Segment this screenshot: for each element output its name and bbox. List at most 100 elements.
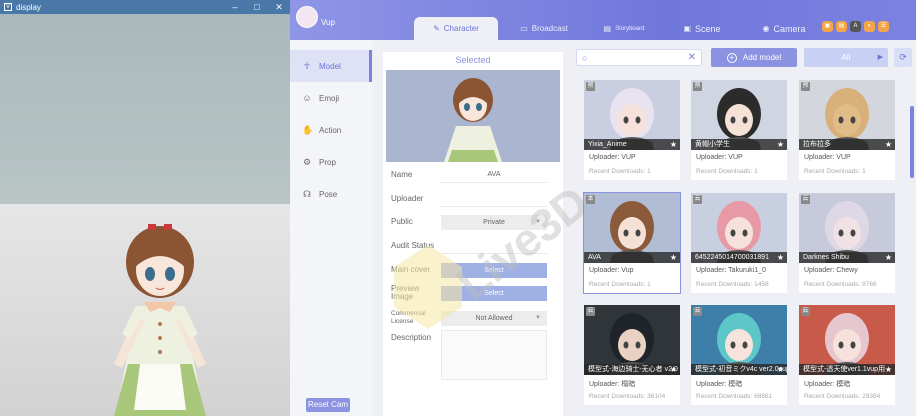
- model-card[interactable]: 云 6452245014700031891 ★ Uploader: Takuruki1…: [691, 193, 787, 293]
- commercial-license-select[interactable]: Not Allowed ▼: [441, 310, 547, 326]
- reset-cam-button[interactable]: Reset Cam: [306, 398, 350, 412]
- refresh-button[interactable]: ⟳: [894, 48, 912, 67]
- downloads-prefix: Recent Downloads:: [589, 168, 648, 175]
- favorite-star-icon[interactable]: ★: [670, 139, 677, 150]
- public-select[interactable]: Private ▼: [441, 214, 547, 230]
- tab-broadcast[interactable]: ▭ Broadcast: [508, 17, 580, 40]
- model-uploader: Uploader: 榻暗: [589, 379, 635, 389]
- source-badge: 预: [693, 82, 702, 91]
- model-card[interactable]: 云 Darknes Shibu ★ Uploader: Chewy Recent Dow…: [799, 193, 895, 293]
- model-thumbnail: 云模型式-海边骑士-无心者 v2.0 ★: [584, 305, 680, 375]
- favorite-star-icon[interactable]: ★: [885, 252, 892, 263]
- downloads-prefix: Recent Downloads:: [589, 281, 648, 288]
- model-thumbnail: 本 AVA ★: [584, 193, 680, 263]
- close-button[interactable]: ✕: [268, 2, 290, 13]
- model-card[interactable]: 云模型式-海边骑士-无心者 v2.0 ★ Uploader: 榻暗 Recent Do…: [584, 305, 680, 405]
- sidebar-item-emoji[interactable]: ☺ Emoji: [290, 82, 372, 114]
- emoji-icon: ☺: [302, 93, 312, 103]
- favorite-star-icon[interactable]: ★: [670, 252, 677, 263]
- pose-icon: ☊: [303, 188, 311, 199]
- source-badge: 云: [801, 195, 810, 204]
- tab-storyboard[interactable]: ▤ Storyboard: [592, 17, 656, 40]
- favorite-star-icon[interactable]: ★: [777, 139, 784, 150]
- favorite-star-icon[interactable]: ★: [777, 252, 784, 263]
- model-card[interactable]: 预拉布拉多 ★ Uploader: VUP Recent Downloads: 1: [799, 80, 895, 180]
- model-thumbnail: 云 Darknes Shibu ★: [799, 193, 895, 263]
- layout-icon[interactable]: ▤: [836, 21, 847, 32]
- tab-camera[interactable]: ◉ Camera: [758, 17, 810, 40]
- favorite-star-icon[interactable]: ★: [885, 139, 892, 150]
- camera-icon: ◉: [762, 24, 770, 33]
- gallery-scrollbar[interactable]: [910, 106, 914, 178]
- main-cover-select-button[interactable]: Select: [441, 262, 547, 278]
- model-name: 6452245014700031891: [691, 252, 787, 263]
- favorite-star-icon[interactable]: ★: [777, 364, 784, 375]
- user-avatar[interactable]: [296, 6, 318, 28]
- downloads-value: 1: [862, 168, 866, 175]
- add-model-button[interactable]: + Add model: [711, 48, 797, 67]
- model-card[interactable]: 预 Yixia_Anime ★ Uploader: VUP Recent Downloa…: [584, 80, 680, 180]
- uploader-prefix: Uploader:: [589, 154, 622, 161]
- model-gallery: ○ ✕ + Add model All ▶ ⟳ 预 Yixia_Anime ★ Upl…: [576, 44, 916, 416]
- uploader-prefix: Uploader:: [589, 267, 622, 274]
- filter-select[interactable]: All ▶: [804, 48, 888, 67]
- search-box[interactable]: ○ ✕: [576, 49, 702, 66]
- window-icon[interactable]: ▣: [822, 21, 833, 32]
- sidebar-item-action[interactable]: ✋ Action: [290, 114, 372, 146]
- model-card[interactable]: 预黄帽小学生 ★ Uploader: VUP Recent Downloads: 1: [691, 80, 787, 180]
- add-model-label: Add model: [742, 53, 782, 62]
- theme-icon[interactable]: ◐: [864, 21, 875, 32]
- sidebar-item-pose[interactable]: ☊ Pose: [290, 178, 372, 210]
- public-select-value: Private: [483, 218, 505, 226]
- preview-image-row: Preview Image Select: [383, 285, 563, 301]
- language-icon[interactable]: A: [850, 21, 861, 32]
- tab-storyboard-label: Storyboard: [615, 25, 645, 32]
- uploader-prefix: Uploader:: [696, 154, 729, 161]
- preview-image-select-button[interactable]: Select: [441, 285, 547, 301]
- uploader-prefix: Uploader:: [804, 381, 837, 388]
- downloads-value: 1: [647, 281, 651, 288]
- app-window: Vup ✎ Character ▭ Broadcast ▤ Storyboard…: [290, 0, 916, 416]
- tab-character[interactable]: ✎ Character: [414, 17, 498, 40]
- broadcast-icon: ▭: [520, 24, 528, 33]
- avatar-3d-figure[interactable]: [100, 214, 220, 416]
- downloads-value: 68861: [754, 393, 773, 400]
- selected-model-image: [444, 78, 502, 162]
- selected-title: Selected: [455, 55, 491, 65]
- audit-row: Audit Status: [383, 238, 563, 254]
- model-thumbnail: 云模型式-初音ミクv4c ver2.0vup用 ★: [691, 305, 787, 375]
- name-field[interactable]: AVA: [441, 168, 547, 183]
- search-input[interactable]: [594, 52, 684, 64]
- model-name: 黄帽小学生: [691, 139, 787, 150]
- uploader-value: Takuruki1_0: [728, 267, 766, 274]
- uploader-value: 榻暗: [621, 381, 636, 388]
- downloads-prefix: Recent Downloads:: [696, 168, 755, 175]
- model-thumbnail: 云 6452245014700031891 ★: [691, 193, 787, 263]
- model-name: 模型式-海边骑士-无心者 v2.0: [584, 364, 680, 375]
- chevron-right-icon: ▶: [877, 54, 883, 61]
- favorite-star-icon[interactable]: ★: [670, 364, 677, 375]
- public-row: Public Private ▼: [383, 214, 563, 230]
- menu-icon[interactable]: ☰: [878, 21, 889, 32]
- tab-scene[interactable]: ▣ Scene: [678, 17, 726, 40]
- clear-icon[interactable]: ✕: [688, 52, 696, 63]
- model-uploader: Uploader: VUP: [696, 154, 743, 161]
- selected-model-preview: [386, 70, 560, 162]
- model-name: Yixia_Anime: [584, 139, 680, 150]
- model-card[interactable]: 本 AVA ★ Uploader: Vup Recent Downloads: 1: [583, 192, 681, 294]
- model-downloads: Recent Downloads: 1: [804, 168, 866, 175]
- description-textarea[interactable]: [441, 330, 547, 380]
- uploader-field: [441, 192, 547, 207]
- model-downloads: Recent Downloads: 9766: [804, 281, 877, 288]
- uploader-prefix: Uploader:: [696, 267, 729, 274]
- model-downloads: Recent Downloads: 1: [589, 168, 651, 175]
- favorite-star-icon[interactable]: ★: [885, 364, 892, 375]
- sidebar-item-model[interactable]: ☥ Model: [290, 50, 372, 82]
- sidebar-item-prop[interactable]: ⚙ Prop: [290, 146, 372, 178]
- maximize-button[interactable]: □: [246, 2, 268, 12]
- model-card[interactable]: 云模型式-透天使ver1.1vup用 ★ Uploader: 模暗 Recent Do…: [799, 305, 895, 405]
- uploader-row: Uploader: [383, 191, 563, 207]
- model-card[interactable]: 云模型式-初音ミクv4c ver2.0vup用 ★ Uploader: 模暗 Rece…: [691, 305, 787, 405]
- minimize-button[interactable]: –: [224, 2, 246, 12]
- source-badge: 预: [586, 82, 595, 91]
